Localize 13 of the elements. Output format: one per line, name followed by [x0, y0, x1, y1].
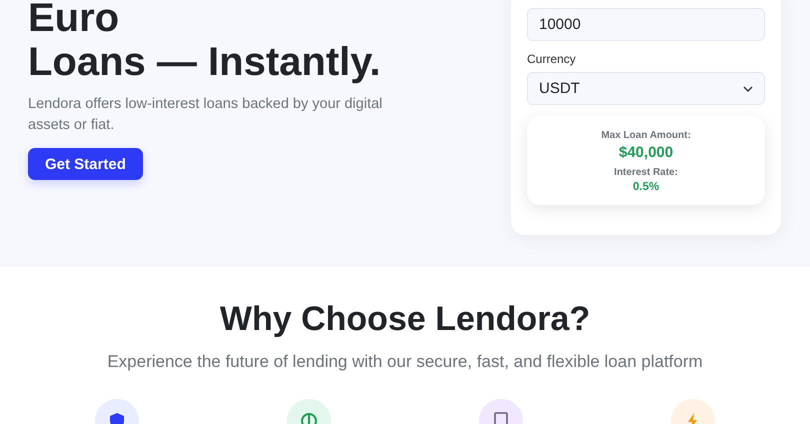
amount-field[interactable]: 10000 — [527, 8, 765, 41]
hero-description: Lendora offers low-interest loans backed by your digital assets or fiat. — [28, 95, 384, 135]
result-label: Max Loan Amount: — [600, 130, 692, 141]
section-subtitle: Experience the future of lending with our secure, fast, and flexible loan platform — [106, 352, 704, 372]
hero-heading: Euro Loans — Instantly. — [28, 0, 382, 84]
currency-select[interactable]: USDT — [527, 72, 765, 105]
result-value: 0.5% — [632, 181, 660, 193]
section-title: Why Choose Lendora? — [218, 299, 592, 339]
result-label: Interest Rate: — [613, 167, 679, 178]
result-value: $40,000 — [618, 144, 674, 161]
currency-label: Currency — [527, 52, 577, 66]
get-started-button[interactable]: Get Started — [28, 148, 143, 180]
chevron-down-icon — [743, 86, 753, 92]
